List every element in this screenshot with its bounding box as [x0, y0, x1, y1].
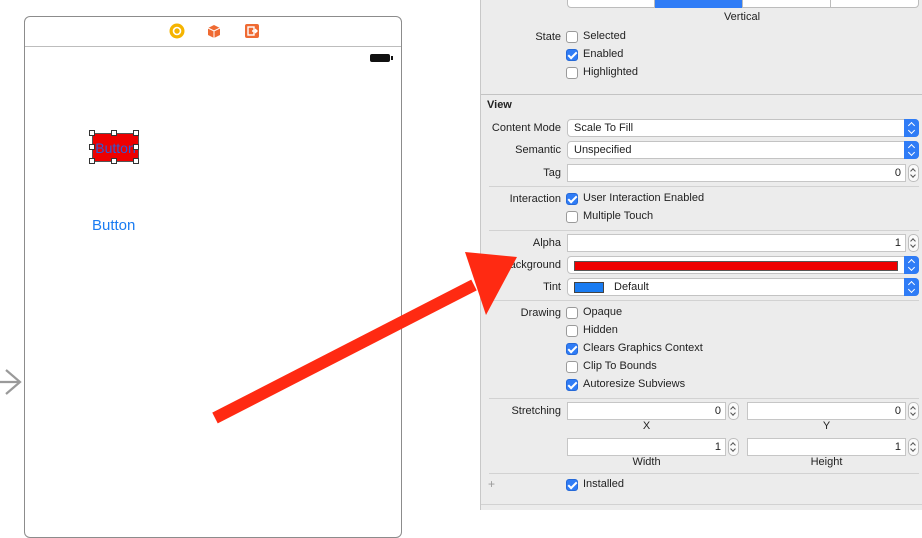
- alpha-stepper[interactable]: [908, 234, 919, 252]
- tag-label: Tag: [543, 167, 561, 179]
- section-divider: [481, 94, 922, 95]
- x-caption: X: [642, 420, 651, 432]
- resize-handle[interactable]: [133, 158, 139, 164]
- y-caption: Y: [822, 420, 831, 432]
- multiple-touch-checkbox[interactable]: [566, 211, 578, 223]
- autoresize-subviews-checkbox[interactable]: [566, 379, 578, 391]
- stretch-y-stepper[interactable]: [908, 402, 919, 420]
- resize-handle[interactable]: [111, 130, 117, 136]
- state-enabled-label: Enabled: [583, 48, 624, 60]
- popup-chevron-icon: [904, 141, 919, 159]
- stretch-height-stepper[interactable]: [908, 438, 919, 456]
- state-highlighted-label: Highlighted: [583, 66, 639, 78]
- alpha-label: Alpha: [532, 237, 561, 249]
- semantic-value: Unspecified: [574, 144, 632, 156]
- clears-graphics-checkbox[interactable]: [566, 343, 578, 355]
- tint-color-swatch: [574, 282, 604, 293]
- stretch-x-stepper[interactable]: [728, 402, 739, 420]
- add-variation-icon[interactable]: +: [488, 477, 495, 491]
- alpha-value: 1: [894, 237, 901, 249]
- exit-icon[interactable]: [244, 23, 260, 39]
- resize-handle[interactable]: [111, 158, 117, 164]
- divider: [481, 504, 922, 505]
- view-controller-scene[interactable]: Button Button: [24, 16, 402, 538]
- opaque-checkbox[interactable]: [566, 307, 578, 319]
- opaque-label: Opaque: [583, 306, 623, 318]
- content-mode-label: Content Mode: [491, 122, 561, 134]
- divider: [489, 473, 919, 474]
- background-color-swatch: [574, 261, 898, 271]
- installed-checkbox[interactable]: [566, 479, 578, 491]
- width-caption: Width: [632, 456, 661, 468]
- resize-handle[interactable]: [89, 158, 95, 164]
- first-responder-icon[interactable]: [206, 23, 222, 39]
- view-section-header: View: [487, 99, 512, 111]
- popup-chevron-icon: [904, 256, 919, 274]
- background-label: Background: [502, 259, 561, 271]
- attributes-inspector: Vertical State Selected Enabled Highligh…: [480, 0, 922, 510]
- state-selected-label: Selected: [583, 30, 626, 42]
- segment-caption: Vertical: [723, 11, 761, 23]
- resize-handle[interactable]: [133, 130, 139, 136]
- semantic-popup[interactable]: Unspecified: [567, 141, 919, 159]
- alpha-field[interactable]: 1: [567, 234, 906, 252]
- entry-point-arrow-icon: [0, 369, 22, 395]
- state-highlighted-checkbox[interactable]: [566, 67, 578, 79]
- tag-stepper[interactable]: [908, 164, 919, 182]
- interaction-label: Interaction: [509, 193, 561, 205]
- segment-selected[interactable]: [654, 0, 742, 8]
- semantic-label: Semantic: [515, 144, 561, 156]
- height-caption: Height: [810, 456, 843, 468]
- state-enabled-checkbox[interactable]: [566, 49, 578, 61]
- divider: [489, 300, 919, 301]
- stretch-width-value: 1: [714, 441, 721, 453]
- scene-dock: [25, 17, 401, 47]
- drawing-label: Drawing: [520, 307, 561, 319]
- storyboard-canvas[interactable]: Button Button: [0, 0, 480, 538]
- resize-handle[interactable]: [89, 144, 95, 150]
- installed-label: Installed: [583, 478, 624, 490]
- user-interaction-checkbox[interactable]: [566, 193, 578, 205]
- stretch-x-field[interactable]: 0: [567, 402, 726, 420]
- stretch-width-field[interactable]: 1: [567, 438, 726, 456]
- tag-value: 0: [894, 167, 901, 179]
- alignment-segmented-control[interactable]: [567, 0, 919, 8]
- multiple-touch-label: Multiple Touch: [583, 210, 654, 222]
- stretch-y-field[interactable]: 0: [747, 402, 906, 420]
- resize-handle[interactable]: [133, 144, 139, 150]
- clip-to-bounds-label: Clip To Bounds: [583, 360, 657, 372]
- stretch-y-value: 0: [894, 405, 901, 417]
- divider: [489, 398, 919, 399]
- stretch-height-field[interactable]: 1: [747, 438, 906, 456]
- content-mode-value: Scale To Fill: [574, 122, 634, 134]
- divider: [489, 186, 919, 187]
- clears-graphics-label: Clears Graphics Context: [583, 342, 703, 354]
- tint-label: Tint: [543, 281, 561, 293]
- plain-button[interactable]: Button: [92, 217, 135, 234]
- hidden-checkbox[interactable]: [566, 325, 578, 337]
- user-interaction-label: User Interaction Enabled: [583, 192, 705, 204]
- tint-value: Default: [614, 281, 649, 293]
- stretching-label: Stretching: [511, 405, 561, 417]
- resize-handle[interactable]: [89, 130, 95, 136]
- stretch-width-stepper[interactable]: [728, 438, 739, 456]
- battery-icon: [370, 54, 393, 62]
- view-controller-icon[interactable]: [169, 23, 185, 39]
- popup-chevron-icon: [904, 119, 919, 137]
- state-selected-checkbox[interactable]: [566, 31, 578, 43]
- hidden-label: Hidden: [583, 324, 618, 336]
- tint-color-popup[interactable]: Default: [567, 278, 919, 296]
- tag-field[interactable]: 0: [567, 164, 906, 182]
- stretch-x-value: 0: [714, 405, 721, 417]
- divider: [489, 230, 919, 231]
- content-mode-popup[interactable]: Scale To Fill: [567, 119, 919, 137]
- popup-chevron-icon: [904, 278, 919, 296]
- autoresize-subviews-label: Autoresize Subviews: [583, 378, 686, 390]
- clip-to-bounds-checkbox[interactable]: [566, 361, 578, 373]
- stretch-height-value: 1: [894, 441, 901, 453]
- state-label: State: [535, 31, 561, 43]
- background-color-popup[interactable]: [567, 256, 919, 274]
